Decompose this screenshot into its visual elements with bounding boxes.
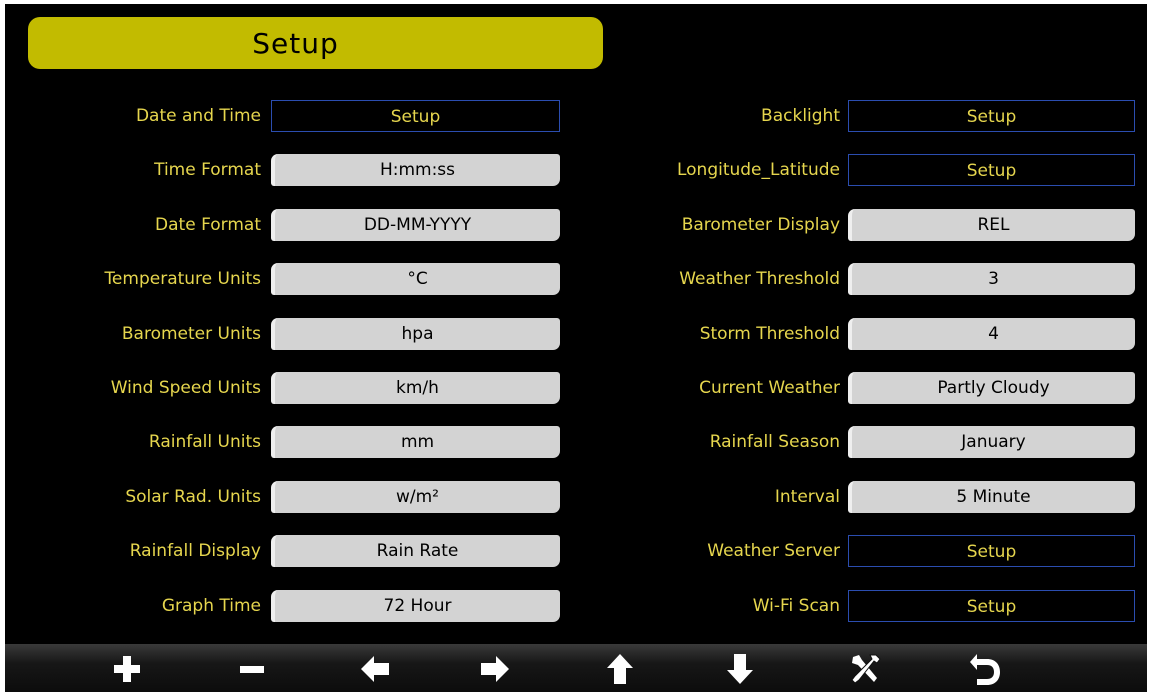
setting-label: Rainfall Season	[709, 432, 840, 453]
setting-row-rainfall-season: Rainfall Season January	[5, 426, 1147, 459]
setting-label: Current Weather	[699, 378, 840, 398]
setting-row-storm-threshold: Storm Threshold 4	[5, 317, 1147, 350]
setting-label: Wi-Fi Scan	[752, 595, 840, 616]
arrow-down-icon	[727, 654, 753, 684]
back-button[interactable]	[960, 651, 1010, 687]
value-field-rainfall-season[interactable]: January	[848, 426, 1135, 459]
setting-row-weather-server: Weather Server Setup	[5, 535, 1147, 568]
setting-label: Weather Server	[707, 541, 840, 562]
setting-label: Barometer Display	[681, 214, 840, 235]
tools-icon	[851, 654, 881, 684]
arrow-right-icon	[481, 656, 509, 682]
arrow-up-icon	[607, 654, 633, 684]
setup-button-weather-server[interactable]: Setup	[848, 535, 1135, 568]
bottom-toolbar	[5, 644, 1147, 692]
left-button[interactable]	[350, 651, 400, 687]
setting-label: Storm Threshold	[699, 323, 840, 344]
setting-row-barometer-display: Barometer Display REL	[5, 208, 1147, 241]
setting-row-weather-threshold: Weather Threshold 3	[5, 263, 1147, 296]
value-field-storm-threshold[interactable]: 4	[848, 317, 1135, 350]
setup-button-backlight[interactable]: Setup	[848, 100, 1135, 132]
minus-button[interactable]	[227, 651, 277, 687]
setting-row-current-weather: Current Weather Partly Cloudy	[5, 372, 1147, 404]
setting-row-backlight: Backlight Setup	[5, 100, 1147, 132]
page-title: Setup	[252, 26, 339, 60]
down-button[interactable]	[715, 651, 765, 687]
value-field-weather-threshold[interactable]: 3	[848, 263, 1135, 296]
up-button[interactable]	[595, 651, 645, 687]
title-bar: Setup	[28, 17, 603, 69]
minus-icon	[240, 666, 264, 673]
value-field-interval[interactable]: 5 Minute	[848, 480, 1135, 513]
setting-row-interval: Interval 5 Minute	[5, 480, 1147, 513]
return-icon	[970, 654, 1000, 685]
setup-button-longitude-latitude[interactable]: Setup	[848, 154, 1135, 187]
arrow-left-icon	[361, 656, 389, 682]
setup-button-wi-fi-scan[interactable]: Setup	[848, 589, 1135, 622]
setup-screen: Setup Date and Time Setup Time Format H:mm:…	[5, 4, 1147, 692]
plus-icon	[114, 656, 140, 682]
value-field-current-weather[interactable]: Partly Cloudy	[848, 372, 1135, 404]
value-field-barometer-display[interactable]: REL	[848, 208, 1135, 241]
right-button[interactable]	[470, 651, 520, 687]
setting-row-longitude-latitude: Longitude_Latitude Setup	[5, 154, 1147, 187]
setting-label: Weather Threshold	[679, 269, 840, 290]
setting-label: Interval	[774, 486, 840, 507]
tools-button[interactable]	[840, 651, 890, 687]
setting-label: Backlight	[761, 106, 840, 126]
plus-button[interactable]	[102, 651, 152, 687]
setting-label: Longitude_Latitude	[676, 160, 840, 181]
setting-row-wi-fi-scan: Wi-Fi Scan Setup	[5, 589, 1147, 622]
